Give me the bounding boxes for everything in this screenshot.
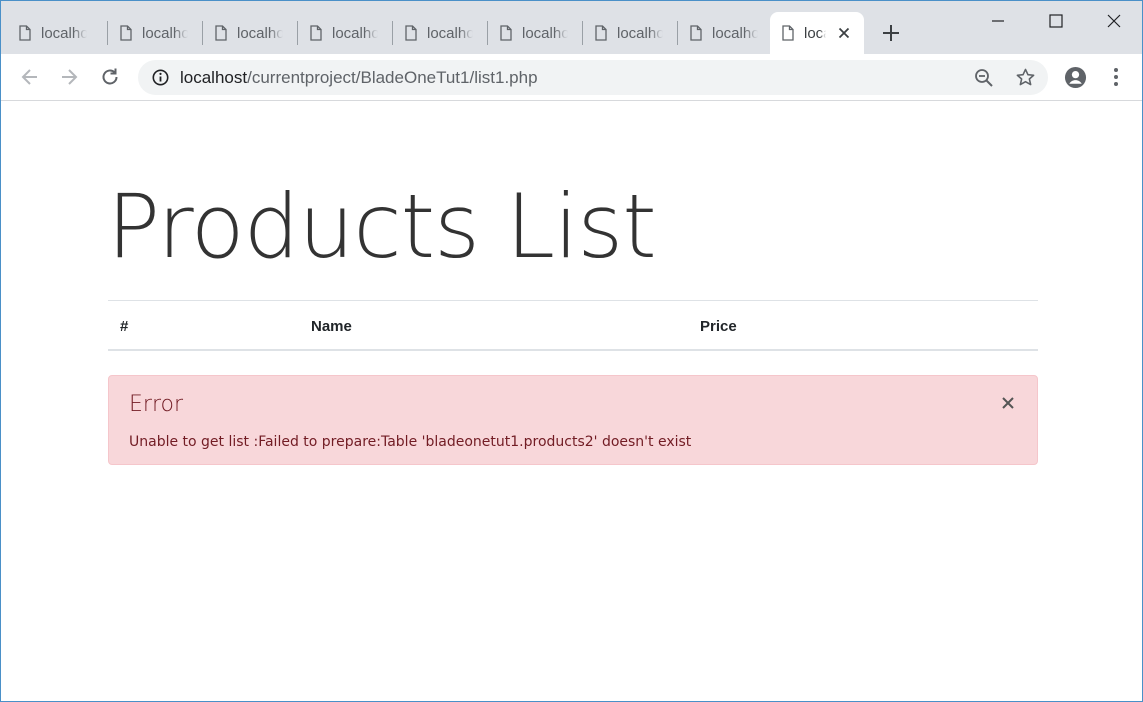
tab-separator (297, 21, 298, 45)
account-icon[interactable] (1064, 66, 1087, 89)
star-icon[interactable] (1015, 67, 1036, 88)
file-icon (19, 25, 31, 41)
tab-title: localhost (332, 24, 378, 42)
address-bar[interactable]: localhost/currentproject/BladeOneTut1/li… (138, 60, 1048, 95)
file-icon (310, 25, 322, 41)
browser-tab[interactable]: localhost (109, 12, 201, 54)
more-vertical-icon[interactable] (1106, 66, 1126, 88)
tab-separator (392, 21, 393, 45)
file-icon (405, 25, 417, 41)
url-path: /currentproject/BladeOneTut1/list1.php (247, 68, 538, 87)
tab-title: localhost (617, 24, 663, 42)
minimize-icon[interactable] (988, 11, 1008, 31)
browser-tab[interactable]: localhost (679, 12, 771, 54)
info-icon[interactable] (152, 69, 169, 86)
column-header-name: Name (311, 318, 352, 335)
browser-tab[interactable]: localhost (1, 12, 105, 54)
browser-tab[interactable]: localhost (394, 12, 486, 54)
browser-tab-active[interactable]: localhost (770, 12, 864, 54)
tab-strip: localhost localhost localhost localhost … (1, 1, 1142, 54)
tab-separator (487, 21, 488, 45)
close-icon[interactable] (836, 25, 852, 41)
tab-separator (677, 21, 678, 45)
arrow-right-icon[interactable] (58, 66, 80, 88)
tab-title: localhost (41, 24, 87, 42)
tab-separator (107, 21, 108, 45)
browser-tab[interactable]: localhost (299, 12, 391, 54)
browser-tab[interactable]: localhost (204, 12, 296, 54)
maximize-icon[interactable] (1046, 11, 1066, 31)
tab-title: localhost (237, 24, 283, 42)
zoom-out-icon[interactable] (974, 68, 994, 88)
alert-message: Unable to get list :Failed to prepare:Ta… (129, 434, 692, 450)
file-icon (782, 25, 794, 41)
plus-icon[interactable] (881, 23, 901, 43)
file-icon (500, 25, 512, 41)
file-icon (120, 25, 132, 41)
tab-title: localhost (427, 24, 473, 42)
column-header-number: # (120, 318, 129, 335)
arrow-left-icon[interactable] (19, 66, 41, 88)
table-header: # Name Price (108, 301, 1038, 351)
page-content: Products List # Name Price Error Unable … (1, 101, 1142, 701)
browser-tab[interactable]: localhost (489, 12, 581, 54)
browser-window: localhost localhost localhost localhost … (0, 0, 1143, 702)
url-text[interactable]: localhost/currentproject/BladeOneTut1/li… (180, 68, 538, 88)
tab-separator (202, 21, 203, 45)
column-header-price: Price (700, 318, 737, 335)
alert-title: Error (129, 392, 184, 417)
page-title: Products List (107, 175, 657, 278)
file-icon (215, 25, 227, 41)
tab-title: localhost (804, 24, 826, 42)
tab-separator (582, 21, 583, 45)
file-icon (595, 25, 607, 41)
url-host: localhost (180, 68, 248, 87)
browser-toolbar: localhost/currentproject/BladeOneTut1/li… (1, 54, 1142, 101)
close-icon[interactable] (1001, 396, 1015, 410)
file-icon (690, 25, 702, 41)
window-close-icon[interactable] (1104, 11, 1124, 31)
tab-title: localhost (712, 24, 758, 42)
tab-title: localhost (142, 24, 188, 42)
tab-title: localhost (522, 24, 568, 42)
reload-icon[interactable] (99, 66, 121, 88)
browser-tab[interactable]: localhost (584, 12, 676, 54)
products-table: # Name Price (108, 300, 1038, 351)
error-alert: Error Unable to get list :Failed to prep… (108, 375, 1038, 465)
